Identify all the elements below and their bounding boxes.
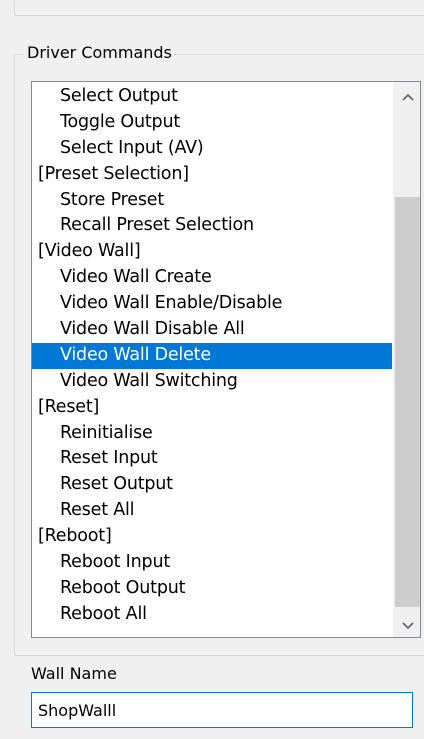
list-item[interactable]: Reboot All bbox=[32, 602, 392, 628]
scroll-up-button[interactable] bbox=[394, 82, 420, 108]
list-item[interactable]: [Reset] bbox=[32, 395, 392, 421]
list-item[interactable]: Store Preset bbox=[32, 188, 392, 214]
list-item[interactable]: Select Output bbox=[32, 84, 392, 110]
list-item[interactable]: Video Wall Create bbox=[32, 265, 392, 291]
driver-config-panel: Driver Commands Select Output Toggle Outp… bbox=[0, 0, 424, 739]
list-item[interactable]: Toggle Output bbox=[32, 110, 392, 136]
list-item[interactable]: Video Wall Delete bbox=[32, 342, 392, 369]
wall-name-input[interactable] bbox=[31, 692, 413, 728]
list-item[interactable]: [Preset Selection] bbox=[32, 162, 392, 188]
driver-commands-items: Select Output Toggle Output Select Input (… bbox=[32, 84, 392, 628]
scroll-down-button[interactable] bbox=[394, 611, 420, 637]
chevron-down-icon bbox=[401, 615, 414, 634]
list-item[interactable]: Reboot Output bbox=[32, 576, 392, 602]
scroll-thumb[interactable] bbox=[395, 197, 420, 607]
list-item[interactable]: Reset Output bbox=[32, 472, 392, 498]
list-item[interactable]: Select Input (AV) bbox=[32, 136, 392, 162]
list-item[interactable]: Reboot Input bbox=[32, 550, 392, 576]
list-item[interactable]: Video Wall Enable/Disable bbox=[32, 291, 392, 317]
upper-panel-border bbox=[14, 0, 424, 16]
list-item[interactable]: Reset All bbox=[32, 498, 392, 524]
list-item[interactable]: Reset Input bbox=[32, 446, 392, 472]
chevron-up-icon bbox=[401, 86, 414, 105]
list-item[interactable]: Recall Preset Selection bbox=[32, 213, 392, 239]
list-item[interactable]: Video Wall Switching bbox=[32, 369, 392, 395]
driver-commands-listbox[interactable]: Select Output Toggle Output Select Input (… bbox=[31, 81, 421, 638]
driver-commands-title: Driver Commands bbox=[24, 42, 175, 64]
vertical-scrollbar[interactable] bbox=[393, 82, 420, 637]
list-item[interactable]: [Video Wall] bbox=[32, 239, 392, 265]
list-item[interactable]: [Reboot] bbox=[32, 524, 392, 550]
wall-name-label: Wall Name bbox=[31, 664, 117, 683]
list-item[interactable]: Video Wall Disable All bbox=[32, 317, 392, 343]
list-item[interactable]: Reinitialise bbox=[32, 421, 392, 447]
